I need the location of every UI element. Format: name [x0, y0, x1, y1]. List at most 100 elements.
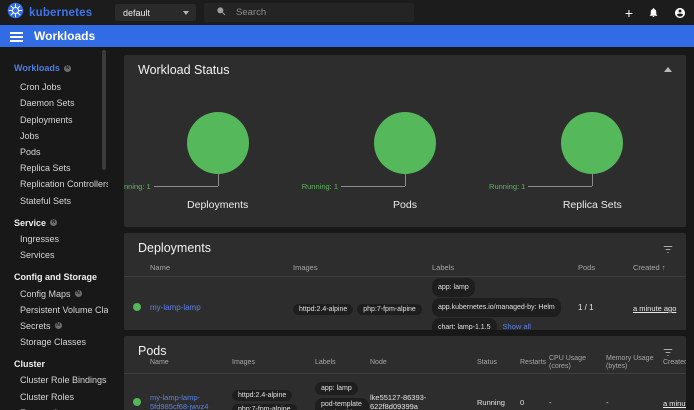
created-timestamp: a minute ago — [633, 304, 676, 313]
col-node: Node — [370, 359, 477, 367]
sidebar-item-cron-jobs[interactable]: Cron Jobs — [0, 79, 108, 95]
deployment-name-link[interactable]: my-lamp-lamp — [150, 303, 201, 312]
sidebar-item-storage-classes[interactable]: Storage Classes — [0, 334, 108, 350]
pie-legend: Running: 1 — [489, 182, 525, 191]
pie-running-pods — [374, 112, 436, 174]
image-chip: httpd:2.4-alpine — [293, 304, 353, 315]
sidebar-item-persistent-volume-claims[interactable]: Persistent Volume ClaimsN — [0, 302, 108, 318]
namespaced-badge-icon: N — [64, 65, 71, 72]
col-name: Name — [150, 263, 293, 272]
col-labels: Labels — [432, 263, 578, 272]
image-chip: php:7-fpm-alpine — [232, 404, 297, 410]
created-timestamp: a minute ago — [663, 399, 686, 408]
top-bar: kubernetes default + — [0, 0, 694, 25]
sidebar-section-service[interactable]: ServiceN — [0, 215, 108, 231]
label-chip: pod-template-hash: 5fd985cf68 — [315, 398, 369, 410]
col-images: Images — [232, 359, 315, 367]
col-images: Images — [293, 263, 432, 272]
kubernetes-logo-link[interactable]: kubernetes — [7, 0, 92, 25]
deployments-table-header: Name Images Labels Pods Created ↑ — [124, 259, 686, 276]
kubernetes-helm-icon — [7, 2, 24, 24]
pie-legend: Running: 1 — [302, 182, 338, 191]
col-cpu: CPU Usage (cores) — [549, 355, 606, 372]
sidebar-item-services[interactable]: Services — [0, 247, 108, 263]
status-ok-dot — [133, 303, 141, 311]
sidebar-item-pods[interactable]: Pods — [0, 144, 108, 160]
pod-name-link[interactable]: my-lamp-lamp-5fd985cf68-jwvz4 — [150, 393, 208, 410]
sidebar-nav: WorkloadsN Cron Jobs Daemon Sets Deploym… — [0, 47, 108, 410]
app-bar: Workloads — [0, 25, 694, 47]
col-created-sort[interactable]: Created ↑ — [663, 359, 686, 367]
deployments-pie-chart: Running: 1 Deployments — [124, 55, 311, 227]
sidebar-item-cluster-roles[interactable]: Cluster Roles — [0, 389, 108, 405]
col-status: Status — [477, 359, 520, 367]
pod-status: Running — [477, 398, 520, 407]
sidebar-section-cluster: Cluster — [0, 356, 108, 372]
notifications-bell-icon[interactable] — [648, 7, 659, 18]
page-title: Workloads — [34, 25, 95, 47]
replica-sets-pie-chart: Running: 1 Replica Sets — [499, 55, 686, 227]
label-chip: app: lamp — [432, 278, 475, 297]
pod-restarts: 0 — [520, 398, 549, 407]
pie-running-replica-sets — [561, 112, 623, 174]
sidebar-item-events[interactable]: EventsN — [0, 405, 108, 410]
image-chip: httpd:2.4-alpine — [232, 390, 292, 401]
menu-hamburger-icon[interactable] — [10, 32, 23, 44]
node-name: lke55127-86393-622f8d09399a — [370, 393, 477, 410]
show-all-link[interactable]: Show all — [503, 322, 531, 330]
workload-status-title: Workload Status — [138, 63, 229, 77]
col-labels: Labels — [315, 359, 370, 367]
namespace-selector[interactable]: default — [115, 4, 196, 21]
chart-title: Replica Sets — [499, 199, 686, 211]
namespaced-badge-icon: N — [75, 290, 82, 297]
pod-row: my-lamp-lamp-5fd985cf68-jwvz4 httpd:2.4-… — [124, 374, 686, 410]
label-chip: app: lamp — [315, 382, 358, 395]
deployments-title: Deployments — [138, 241, 211, 255]
sidebar-item-workloads[interactable]: WorkloadsN — [0, 60, 108, 76]
pod-cpu-usage: - — [549, 398, 606, 407]
label-chip: app.kubernetes.io/managed-by: Helm — [432, 298, 561, 317]
create-resource-button[interactable]: + — [625, 6, 633, 20]
label-chip: chart: lamp-1.1.5 — [432, 318, 497, 330]
sidebar-item-jobs[interactable]: Jobs — [0, 128, 108, 144]
chevron-down-icon — [183, 11, 189, 15]
col-name: Name — [150, 359, 232, 367]
chart-title: Pods — [311, 199, 498, 211]
sidebar-item-stateful-sets[interactable]: Stateful Sets — [0, 193, 108, 209]
namespaced-badge-icon: N — [55, 322, 62, 329]
sidebar-item-replica-sets[interactable]: Replica Sets — [0, 160, 108, 176]
pods-table-header: Name Images Labels Node Status Restarts … — [124, 352, 686, 374]
sidebar-section-config-and-storage: Config and Storage — [0, 269, 108, 285]
sidebar-scrollbar[interactable] — [102, 50, 106, 170]
sidebar-item-daemon-sets[interactable]: Daemon Sets — [0, 95, 108, 111]
sidebar-item-config-maps[interactable]: Config MapsN — [0, 285, 108, 301]
deployment-row: my-lamp-lamp httpd:2.4-alpine php:7-fpm-a… — [124, 277, 686, 330]
account-user-icon[interactable] — [674, 7, 686, 19]
filter-icon[interactable] — [662, 242, 674, 260]
col-created-sort[interactable]: Created ↑ — [633, 263, 686, 272]
sidebar-item-ingresses[interactable]: Ingresses — [0, 231, 108, 247]
sidebar-item-secrets[interactable]: SecretsN — [0, 318, 108, 334]
pod-memory-usage: - — [606, 398, 663, 407]
topbar-actions: + — [625, 0, 686, 25]
chart-title: Deployments — [124, 199, 311, 211]
workload-status-charts: Running: 1 Deployments Running: 1 Pods R… — [124, 55, 686, 227]
col-memory: Memory Usage (bytes) — [606, 355, 663, 372]
namespace-selected-value: default — [123, 8, 150, 18]
deployments-card: Deployments Name Images Labels Pods Crea… — [124, 233, 686, 330]
pods-pie-chart: Running: 1 Pods — [311, 55, 498, 227]
search-icon — [216, 4, 227, 22]
collapse-chevron-up-icon[interactable] — [664, 67, 672, 72]
sidebar-item-replication-controllers[interactable]: Replication Controllers — [0, 176, 108, 192]
pods-ratio: 1 / 1 — [578, 303, 633, 312]
search-bar — [204, 3, 414, 22]
workload-status-card: Running: 1 Deployments Running: 1 Pods R… — [124, 55, 686, 227]
pie-legend: Running: 1 — [124, 182, 151, 191]
search-input[interactable] — [236, 7, 386, 18]
image-chip: php:7-fpm-alpine — [357, 304, 422, 315]
sidebar-item-deployments[interactable]: Deployments — [0, 112, 108, 128]
pods-card: Pods Name Images Labels Node Status Rest… — [124, 336, 686, 410]
sidebar-item-cluster-role-bindings[interactable]: Cluster Role Bindings — [0, 372, 108, 388]
status-ok-dot — [133, 398, 141, 406]
pie-running-deployments — [187, 112, 249, 174]
